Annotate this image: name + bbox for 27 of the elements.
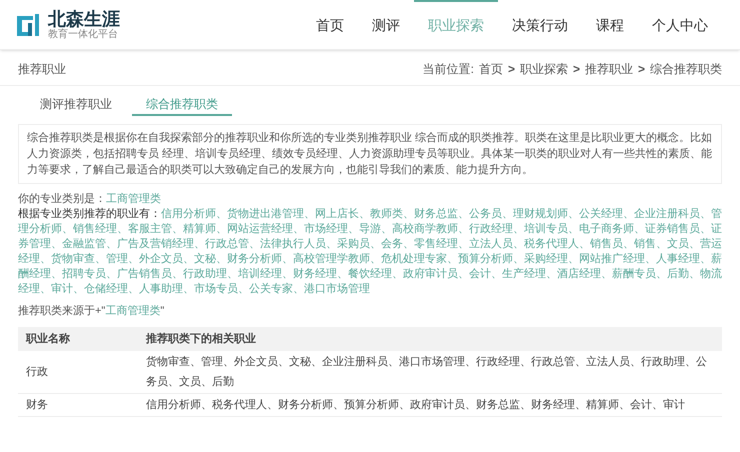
logo-text: 北森生涯 xyxy=(48,10,120,28)
tab[interactable]: 测评推荐职业 xyxy=(26,94,126,116)
breadcrumb-link[interactable]: 推荐职业 xyxy=(584,60,633,78)
table-cell: 货物审查、管理、外企文员、文秘、企业注册科员、港口市场管理、行政经理、行政总管、立法人员、行政助理、公务员、文员、后勤 xyxy=(138,351,722,394)
source-text: 推荐职类来源于+"工商管理类" xyxy=(18,304,166,319)
table-cell: 财务 xyxy=(18,394,138,416)
breadcrumb-label: 当前位置: xyxy=(422,60,474,78)
nav-item[interactable]: 首页 xyxy=(302,0,358,49)
breadcrumb-link[interactable]: 综合推荐职类 xyxy=(650,60,722,78)
table-cell: 行政 xyxy=(18,351,138,394)
column-header: 职业名称 xyxy=(18,327,138,351)
intro-paragraph: 综合推荐职类是根据你在自我探索部分的推荐职业和你所选的专业类别推荐职业 综合而成的职类推荐。职类在这里是比职业更大的概念。比如人力资源类，包括招聘专员 经理、培训专员经理、绩效专员经理、人力资源助理专员等职业。具体某一职类的职业对人有一些共性的素质、能力等要求，了解自己最适合的职类可以大致确定自己的发展方向，也能引导我们的素质、能力提升方向。 xyxy=(27,130,713,178)
nav-item[interactable]: 课程 xyxy=(582,0,638,49)
nav-item[interactable]: 测评 xyxy=(358,0,414,49)
nav-item[interactable]: 决策行动 xyxy=(498,0,582,49)
major-text: 你的专业类别是：工商管理类 xyxy=(18,192,162,207)
breadcrumb-separator: > xyxy=(508,60,515,78)
logo-tagline: 教育一体化平台 xyxy=(48,30,119,40)
breadcrumb-separator: > xyxy=(572,60,580,78)
breadcrumb-link[interactable]: 职业探索 xyxy=(520,60,568,78)
table-cell: 信用分析师、税务代理人、财务分析师、预算分析师、政府审计员、财务总监、财务经理、精算师、会计、审计 xyxy=(138,394,722,416)
nav-item[interactable]: 个人中心 xyxy=(638,0,722,49)
column-header: 推荐职类下的相关职业 xyxy=(138,327,722,351)
breadcrumb-link[interactable]: 首页 xyxy=(478,60,503,78)
recommended-jobs-text: 根据专业类别推荐的职业有：信用分析师、货物进出港管理、网上店长、教师类、财务总监、公务员、理财规划师、公关经理、企业注册科员、管理分析师、销售经理、客服主管、精算师、网站运营经理、市场经理、导游、高校商学教师、行政经理、培训专员、电子商务师、证券销售员、证券管理、金融监管、广告及营销经理、行政总管、法律执行人员、采购员、会务、零售经理、立法人员、税务代理人、销售员、销售、文员、营运经理、货物审查、管理、外企文员、文秘、财务分析师、高校管理学教师、危机处理专家、预算分析师、采购经理、网站推广经理、人事经理、薪酬经理、招聘专员、广告销售员、行政助理、培训经理、财务经理、餐饮经理、政府审计员、会计、生产经理、酒店经理、薪酬专员、后勤、物流经理、审计、仓储经理、人事助理、市场专员、公关专家、港口市场管理 xyxy=(18,207,722,297)
page-title: 推荐职业 xyxy=(18,60,66,78)
breadcrumb-separator: > xyxy=(638,60,645,78)
